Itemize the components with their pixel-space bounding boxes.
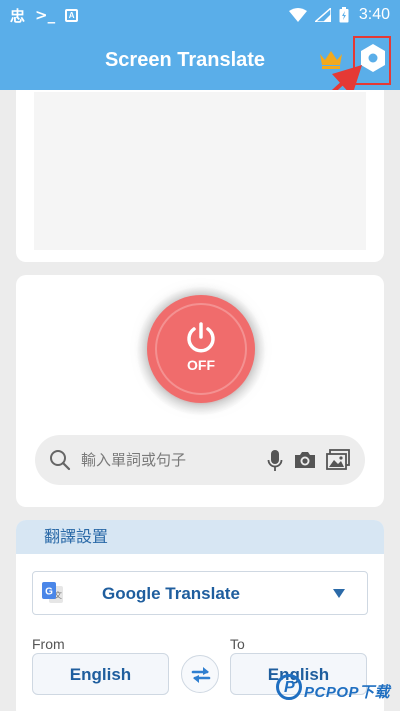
terminal-icon: >_ — [35, 6, 56, 24]
engine-label: Google Translate — [102, 584, 240, 603]
camera-icon[interactable] — [293, 450, 317, 470]
swap-icon — [191, 667, 211, 683]
from-label: From — [32, 636, 65, 652]
google-translate-icon: 文 G — [42, 582, 63, 603]
swap-languages-button[interactable] — [181, 655, 219, 693]
translation-engine-dropdown[interactable]: 文 G Google Translate — [32, 571, 368, 615]
power-inner-ring — [155, 303, 247, 395]
to-label: To — [230, 636, 245, 652]
preview-area — [34, 92, 366, 250]
source-language-button[interactable]: English — [32, 653, 169, 695]
section-header: 翻譯設置 — [16, 520, 384, 554]
search-input[interactable]: 輸入單詞或句子 — [81, 435, 186, 485]
control-card: OFF 輸入單詞或句子 — [16, 275, 384, 507]
search-icon — [50, 450, 71, 471]
section-title: 翻譯設置 — [44, 527, 109, 546]
wifi-icon — [288, 8, 307, 22]
preview-card — [16, 90, 384, 262]
status-bar: 忠 >_ A 3:40 — [0, 0, 400, 30]
watermark: P PCPOP下载 — [270, 672, 400, 711]
status-time: 3:40 — [358, 6, 390, 23]
status-app-icon: 忠 — [10, 6, 26, 25]
watermark-logo-letter: P — [284, 679, 295, 696]
svg-text:G: G — [45, 587, 53, 598]
a-notification-icon: A — [65, 8, 79, 22]
signal-icon — [314, 8, 331, 22]
battery-icon — [339, 7, 349, 23]
mic-icon[interactable] — [267, 449, 283, 473]
dropdown-arrow-icon — [333, 589, 345, 598]
search-bar[interactable]: 輸入單詞或句子 — [35, 435, 365, 485]
image-icon[interactable] — [326, 449, 350, 471]
power-toggle-button[interactable]: OFF — [147, 295, 255, 403]
watermark-text: PCPOP下载 — [304, 684, 391, 701]
